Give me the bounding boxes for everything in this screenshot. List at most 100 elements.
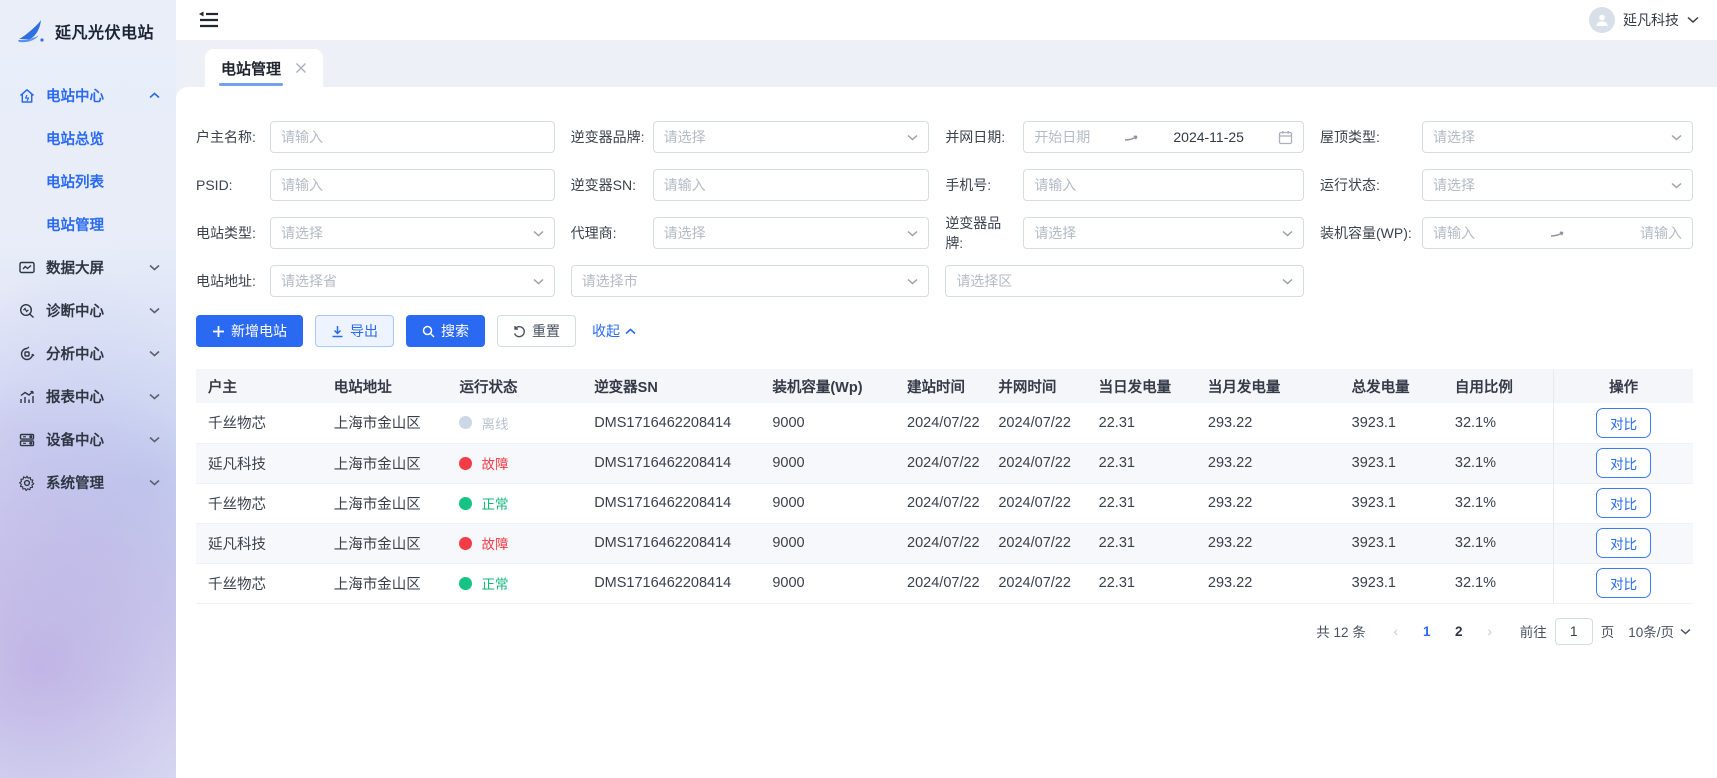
roof-type-select[interactable]: 请选择 [1422,121,1693,153]
add-station-button[interactable]: 新增电站 [196,315,303,347]
status-dot [459,577,472,590]
table-row: 延凡科技 上海市金山区 故障 DMS1716462208414 9000 202… [196,523,1693,563]
cell-owner: 千丝物芯 [196,483,322,523]
capacity-label: 装机容量(WP): [1320,223,1422,243]
capacity-range-input[interactable]: 请输入 请输入 [1422,217,1693,249]
cell-total: 3923.1 [1340,483,1443,523]
compare-button[interactable]: 对比 [1596,448,1651,478]
cell-address: 上海市金山区 [322,483,448,523]
tab-station-management[interactable]: 电站管理 [205,49,323,87]
address-label: 电站地址: [196,271,270,291]
status-badge: 故障 [459,533,570,553]
station-type-select[interactable]: 请选择 [270,217,555,249]
sidebar-item-label: 数据大屏 [46,257,104,278]
run-status-label: 运行状态: [1320,175,1422,195]
cell-monthly: 293.22 [1196,443,1340,483]
compare-button[interactable]: 对比 [1596,568,1651,598]
cell-monthly: 293.22 [1196,523,1340,563]
sidebar-item-label: 分析中心 [46,343,104,364]
sidebar-collapse-icon[interactable] [196,9,220,31]
report-chart-icon [18,388,36,406]
sidebar-subitem-label: 电站管理 [46,214,104,235]
inverter-brand2-select[interactable]: 请选择 [1023,217,1304,249]
user-menu[interactable]: 延凡科技 [1589,7,1699,33]
page-1-button[interactable]: 1 [1418,624,1436,639]
inverter-sn-input[interactable] [653,169,930,201]
run-status-select[interactable]: 请选择 [1422,169,1693,201]
sidebar-item-system-management[interactable]: 系统管理 [0,461,176,504]
cell-address: 上海市金山区 [322,443,448,483]
chevron-down-icon [1282,230,1293,237]
goto-page-input[interactable] [1555,618,1593,645]
content-panel: 户主名称: 逆变器品牌: 请选择 并网日期: 开始日期 2024-11-25 [176,87,1717,778]
chevron-down-icon [149,307,160,314]
sidebar-item-label: 系统管理 [46,472,104,493]
reset-button[interactable]: 重置 [497,315,576,347]
agent-label: 代理商: [571,223,653,243]
chevron-up-icon [625,328,636,335]
province-select[interactable]: 请选择省 [270,265,555,297]
chevron-down-icon [149,479,160,486]
chevron-down-icon [149,393,160,400]
sidebar-item-station-overview[interactable]: 电站总览 [0,117,176,160]
status-text: 故障 [481,533,508,553]
page-2-button[interactable]: 2 [1450,624,1468,639]
close-icon[interactable] [295,62,307,74]
owner-name-input[interactable] [270,121,555,153]
cell-grid-date: 2024/07/22 [986,443,1086,483]
export-button[interactable]: 导出 [315,315,394,347]
range-arrow-icon [1124,132,1139,143]
sidebar-item-device-center[interactable]: 设备中心 [0,418,176,461]
sidebar-subitem-label: 电站总览 [46,128,104,149]
cell-address: 上海市金山区 [322,563,448,603]
district-select[interactable]: 请选择区 [945,265,1304,297]
psid-input[interactable] [270,169,555,201]
cell-total: 3923.1 [1340,563,1443,603]
grid-date-range-picker[interactable]: 开始日期 2024-11-25 [1023,121,1304,153]
city-select[interactable]: 请选择市 [571,265,930,297]
chevron-down-icon [149,436,160,443]
compare-button[interactable]: 对比 [1596,408,1651,438]
chevron-down-icon [1671,134,1682,141]
search-button[interactable]: 搜索 [406,315,485,347]
chevron-up-icon [149,92,160,99]
sidebar-item-station-center[interactable]: 电站中心 [0,74,176,117]
sidebar-item-report-center[interactable]: 报表中心 [0,375,176,418]
inverter-brand-select[interactable]: 请选择 [653,121,930,153]
cell-self-use: 32.1% [1443,563,1554,603]
select-placeholder: 请选择 [664,127,706,147]
prev-page-button[interactable]: ‹ [1388,623,1404,639]
cell-sn: DMS1716462208414 [582,563,760,603]
sidebar-item-station-list[interactable]: 电站列表 [0,160,176,203]
range-arrow-icon [1550,228,1565,239]
status-dot [459,537,472,550]
cell-sn: DMS1716462208414 [582,443,760,483]
sidebar-item-label: 诊断中心 [46,300,104,321]
analysis-icon [18,345,36,363]
sidebar-subitem-label: 电站列表 [46,171,104,192]
sidebar-item-analysis-center[interactable]: 分析中心 [0,332,176,375]
col-capacity: 装机容量(Wp) [760,369,895,403]
sidebar-item-station-management[interactable]: 电站管理 [0,203,176,246]
status-dot [459,457,472,470]
next-page-button[interactable]: › [1482,623,1498,639]
collapse-filters-link[interactable]: 收起 [592,321,636,341]
status-badge: 故障 [459,453,570,473]
compare-button[interactable]: 对比 [1596,528,1651,558]
main-area: 延凡科技 电站管理 户主名称: 逆变器品牌: 请选择 [176,0,1717,778]
table-header-row: 户主 电站地址 运行状态 逆变器SN 装机容量(Wp) 建站时间 并网时间 当日… [196,369,1693,403]
select-placeholder: 请选择 [1433,127,1475,147]
status-text: 正常 [481,573,508,593]
status-badge: 正常 [459,573,570,593]
sidebar-item-diagnosis-center[interactable]: 诊断中心 [0,289,176,332]
dashboard-screen-icon [18,259,36,277]
compare-button[interactable]: 对比 [1596,488,1651,518]
table-row: 千丝物芯 上海市金山区 正常 DMS1716462208414 9000 202… [196,483,1693,523]
sidebar-item-data-screen[interactable]: 数据大屏 [0,246,176,289]
page-size-select[interactable]: 10条/页 [1628,621,1691,641]
cell-self-use: 32.1% [1443,483,1554,523]
agent-select[interactable]: 请选择 [653,217,930,249]
phone-input[interactable] [1023,169,1304,201]
select-placeholder: 请选择 [1034,223,1076,243]
cell-owner: 千丝物芯 [196,403,322,443]
